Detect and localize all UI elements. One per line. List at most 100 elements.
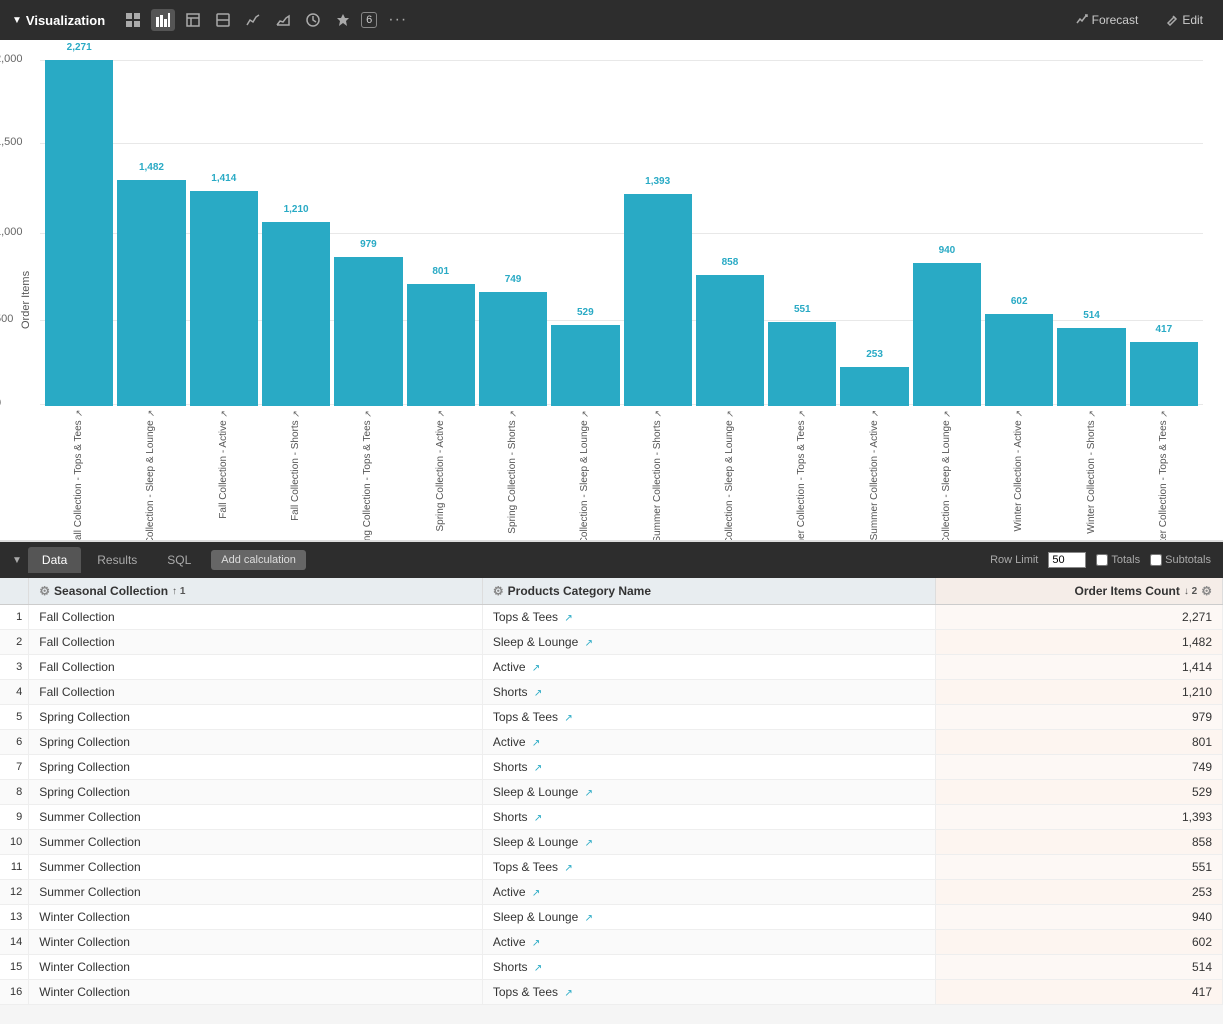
clock-icon[interactable]	[301, 9, 325, 31]
x-axis-label[interactable]: Spring Collection - Shorts ↗	[507, 410, 519, 534]
bar-group[interactable]: 1,414	[190, 60, 258, 406]
x-axis-label[interactable]: Fall Collection - Tops & Tees ↗	[73, 410, 85, 540]
table-icon[interactable]	[181, 9, 205, 31]
cell-category-name: Sleep & Lounge ↗	[482, 830, 935, 855]
bar-group[interactable]: 514	[1057, 60, 1125, 406]
x-label-wrap: Fall Collection - Sleep & Lounge ↗	[117, 410, 185, 540]
x-label-wrap: Fall Collection - Shorts ↗	[262, 410, 330, 521]
bar[interactable]: 551	[768, 322, 836, 406]
scatter-icon[interactable]	[211, 9, 235, 31]
add-calculation-button[interactable]: Add calculation	[211, 550, 306, 570]
bar[interactable]: 1,210	[262, 222, 330, 406]
cell-category-name: Tops & Tees ↗	[482, 855, 935, 880]
x-axis-label[interactable]: Winter Collection - Active ↗	[1013, 410, 1025, 531]
bar[interactable]: 801	[407, 284, 475, 406]
bar-group[interactable]: 1,482	[117, 60, 185, 406]
bar-group[interactable]: 602	[985, 60, 1053, 406]
bar-group[interactable]: 551	[768, 60, 836, 406]
bar-group[interactable]: 940	[913, 60, 981, 406]
bar[interactable]: 858	[696, 275, 764, 406]
bar-group[interactable]: 417	[1130, 60, 1198, 406]
bar-group[interactable]: 529	[551, 60, 619, 406]
x-axis-label[interactable]: Fall Collection - Sleep & Lounge ↗	[145, 410, 157, 540]
row-limit-label: Row Limit	[990, 554, 1038, 566]
bar-group[interactable]: 1,210	[262, 60, 330, 406]
bar-group[interactable]: 1,393	[624, 60, 692, 406]
bar-group[interactable]: 2,271	[45, 60, 113, 406]
table-row: 13Winter CollectionSleep & Lounge ↗940	[0, 905, 1223, 930]
bar-chart-icon[interactable]	[151, 9, 175, 31]
more-options-icon[interactable]: ···	[383, 7, 412, 33]
bar[interactable]: 1,393	[624, 194, 692, 406]
cell-order-items-count: 749	[936, 755, 1223, 780]
table-row: 14Winter CollectionActive ↗602	[0, 930, 1223, 955]
bar[interactable]: 2,271	[45, 60, 113, 406]
bar-group[interactable]: 253	[840, 60, 908, 406]
row-number: 9	[0, 805, 29, 830]
gear-icon-seasonal[interactable]: ⚙	[39, 584, 50, 598]
x-label-wrap: Summer Collection - Sleep & Lounge ↗	[696, 410, 764, 540]
bar[interactable]: 1,482	[117, 180, 185, 406]
x-axis-label[interactable]: Spring Collection - Sleep & Lounge ↗	[579, 410, 591, 540]
cell-seasonal-collection: Spring Collection	[29, 755, 483, 780]
bar[interactable]: 749	[479, 292, 547, 406]
bar-value-label: 529	[577, 307, 594, 318]
x-axis-label[interactable]: Winter Collection - Sleep & Lounge ↗	[941, 410, 953, 540]
bar-group[interactable]: 801	[407, 60, 475, 406]
x-axis-label[interactable]: Spring Collection - Tops & Tees ↗	[362, 410, 374, 540]
cell-category-name: Tops & Tees ↗	[482, 980, 935, 1005]
tab-data[interactable]: Data	[28, 547, 81, 573]
area-chart-icon[interactable]	[271, 9, 295, 31]
edit-button[interactable]: Edit	[1158, 9, 1211, 31]
bar[interactable]: 529	[551, 325, 619, 406]
table-header: ⚙ Seasonal Collection ↑ 1 ⚙ Products Cat…	[0, 578, 1223, 605]
table-body: 1Fall CollectionTops & Tees ↗2,2712Fall …	[0, 605, 1223, 1005]
bar[interactable]: 979	[334, 257, 402, 406]
row-number: 5	[0, 705, 29, 730]
gear-icon-category[interactable]: ⚙	[493, 584, 504, 598]
x-axis-label[interactable]: Spring Collection - Active ↗	[435, 410, 447, 532]
x-label-wrap: Spring Collection - Sleep & Lounge ↗	[551, 410, 619, 540]
gear-icon-order-items[interactable]: ⚙	[1201, 584, 1212, 598]
bar-group[interactable]: 858	[696, 60, 764, 406]
x-axis-label[interactable]: Fall Collection - Shorts ↗	[290, 410, 302, 521]
cell-order-items-count: 1,393	[936, 805, 1223, 830]
bar[interactable]: 1,414	[190, 191, 258, 406]
table-row: 3Fall CollectionActive ↗1,414	[0, 655, 1223, 680]
row-number: 11	[0, 855, 29, 880]
th-order-items[interactable]: Order Items Count ↓ 2 ⚙	[936, 578, 1223, 605]
cell-seasonal-collection: Winter Collection	[29, 980, 483, 1005]
bar[interactable]: 253	[840, 367, 908, 406]
totals-checkbox[interactable]	[1096, 554, 1108, 566]
line-chart-icon[interactable]	[241, 9, 265, 31]
subtotals-checkbox[interactable]	[1150, 554, 1162, 566]
th-seasonal-collection[interactable]: ⚙ Seasonal Collection ↑ 1	[29, 578, 483, 605]
bar[interactable]: 417	[1130, 342, 1198, 406]
bar[interactable]: 940	[913, 263, 981, 406]
grid-view-icon[interactable]	[121, 9, 145, 31]
x-axis-label[interactable]: Summer Collection - Sleep & Lounge ↗	[724, 410, 736, 540]
x-axis-label[interactable]: Summer Collection - Shorts ↗	[652, 410, 664, 540]
number-badge[interactable]: 6	[361, 12, 377, 28]
cell-seasonal-collection: Winter Collection	[29, 905, 483, 930]
table-row: 2Fall CollectionSleep & Lounge ↗1,482	[0, 630, 1223, 655]
forecast-button[interactable]: Forecast	[1068, 9, 1147, 31]
x-axis-label[interactable]: Winter Collection - Tops & Tees ↗	[1158, 410, 1170, 540]
bar[interactable]: 602	[985, 314, 1053, 406]
tab-results[interactable]: Results	[83, 547, 151, 573]
bar[interactable]: 514	[1057, 328, 1125, 406]
x-axis-label[interactable]: Winter Collection - Shorts ↗	[1086, 410, 1098, 534]
bar-group[interactable]: 979	[334, 60, 402, 406]
toolbar-right: Forecast Edit	[1068, 9, 1211, 31]
x-axis-label[interactable]: Summer Collection - Tops & Tees ↗	[796, 410, 808, 540]
x-axis-label[interactable]: Fall Collection - Active ↗	[218, 410, 230, 519]
th-category-name[interactable]: ⚙ Products Category Name	[482, 578, 935, 605]
tab-sql[interactable]: SQL	[153, 547, 205, 573]
x-axis-label[interactable]: Summer Collection - Active ↗	[869, 410, 881, 540]
bar-value-label: 551	[794, 304, 811, 315]
cell-category-name: Sleep & Lounge ↗	[482, 630, 935, 655]
toolbar-icons: 6 ···	[121, 7, 1059, 33]
row-limit-input[interactable]	[1048, 552, 1086, 568]
bar-group[interactable]: 749	[479, 60, 547, 406]
pin-icon[interactable]	[331, 9, 355, 31]
